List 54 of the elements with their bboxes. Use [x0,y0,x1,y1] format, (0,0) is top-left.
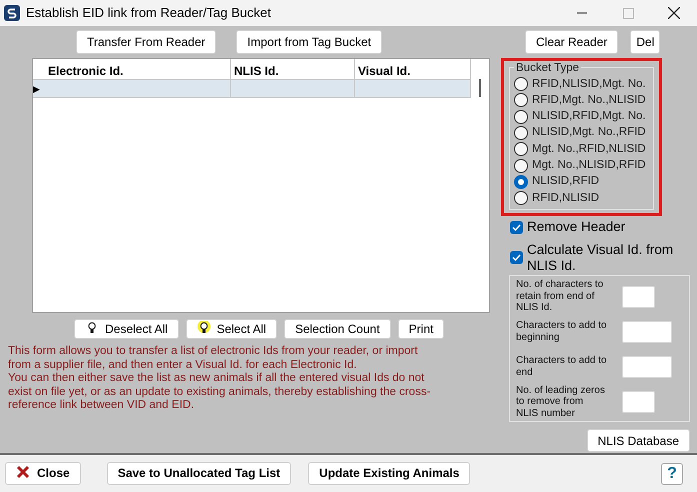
column-header[interactable]: NLIS Id. [231,59,355,79]
setting-label: Characters to add to beginning [516,320,608,344]
close-button[interactable]: Close [5,462,81,485]
row-marker: ▶ [33,84,40,94]
nlis-database-button[interactable]: NLIS Database [586,429,690,452]
radio-label: RFID,NLISID,Mgt. No. [532,76,646,92]
cross-icon [16,465,30,479]
setting-label: No. of characters to retain from end of NLIS Id. [516,279,604,314]
scroll-thumb[interactable] [479,79,481,97]
help-paragraph: You can then either save the list as new animals if all the entered visual Ids do not exist on file yet, or as an update to existing animals, thereby establishing the cross-reference link between VID and EID. [8,372,432,412]
input-field[interactable] [622,286,655,308]
help-paragraph: This form allows you to transfer a list of electronic Ids from your reader, or import from a supplier file, and then enter a Visual Id. for each Electronic Id. [8,345,419,372]
transfer-from-reader-button[interactable]: Transfer From Reader [76,30,216,54]
checkbox[interactable] [510,251,523,264]
input-field[interactable] [622,320,672,343]
radio-button[interactable] [514,191,528,206]
radio-label: Mgt. No.,RFID,NLISID [532,142,646,157]
delete-button[interactable]: Del [630,30,660,54]
column-header[interactable]: Electronic Id. [45,59,231,79]
radio-label: Mgt. No.,NLISID,RFID [532,158,646,174]
save-to-unallocated-button[interactable]: Save to Unallocated Tag List [106,462,292,485]
radio-button[interactable] [514,93,528,108]
select-all-button[interactable]: Select All [186,319,278,339]
radio-button[interactable] [514,110,528,124]
lit-bulb-icon [196,321,211,335]
help-button[interactable]: ? [661,462,683,484]
radio-button[interactable] [514,174,528,189]
import-from-tag-bucket-button[interactable]: Import from Tag Bucket [236,30,382,54]
checkbox-label: Calculate Visual Id. from NLIS Id. [527,242,674,274]
radio-button[interactable] [514,77,528,92]
radio-button[interactable] [514,142,528,156]
selection-count-button[interactable]: Selection Count [284,319,391,339]
update-existing-animals-button[interactable]: Update Existing Animals [308,462,470,485]
radio-label: NLISID,RFID [532,174,600,190]
deselect-all-button[interactable]: Deselect All [74,319,179,339]
setting-label: No. of leading zeros to remove from NLIS number [516,384,606,420]
radio-label: RFID,NLISID [532,190,600,206]
checkbox-label: Remove Header [527,219,626,236]
radio-label: RFID,Mgt. No.,NLISID [532,92,646,108]
clear-reader-button[interactable]: Clear Reader [525,30,618,54]
minimize-icon[interactable] [577,12,587,14]
checkbox[interactable] [510,221,523,234]
group-title: Bucket Type [514,62,582,74]
radio-button[interactable] [514,126,528,140]
radio-button[interactable] [514,158,528,173]
setting-label: Characters to add to end [516,355,608,378]
input-field[interactable] [622,356,672,378]
radio-label: NLISID,Mgt. No.,RFID [532,125,646,140]
radio-label: NLISID,RFID,Mgt. No. [532,109,646,124]
window-title: Establish EID link from Reader/Tag Bucket [26,4,272,22]
input-field[interactable] [622,391,655,414]
close-icon[interactable] [668,7,680,19]
app-logo-icon [4,5,20,21]
print-button[interactable]: Print [398,319,444,339]
